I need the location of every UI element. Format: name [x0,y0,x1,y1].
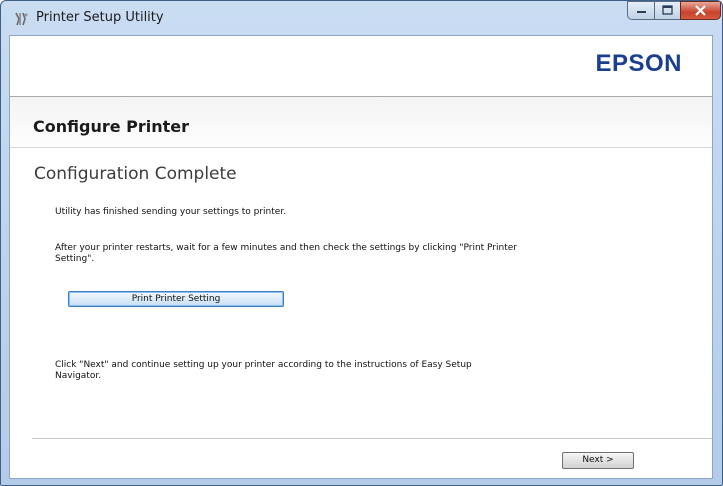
section-title: Configuration Complete [34,164,237,184]
next-button[interactable]: Next > [562,452,634,469]
window-title: Printer Setup Utility [36,10,164,25]
title-bar[interactable]: Printer Setup Utility [1,1,722,35]
maximize-icon [655,4,680,23]
minimize-button[interactable] [627,1,655,20]
app-window: Printer Setup Utility EPSON Configure Pr… [0,0,723,486]
status-text: Utility has finished sending your settin… [55,207,287,217]
next-step-text: Click "Next" and continue setting up you… [55,360,472,381]
footer-divider [32,438,712,439]
heading-divider [10,147,712,148]
close-icon [681,4,720,23]
epson-logo: EPSON [595,50,682,77]
minimize-icon [628,4,654,23]
page-title: Configure Printer [33,117,190,136]
client-area: EPSON Configure Printer Configuration Co… [9,35,713,479]
maximize-button[interactable] [654,1,681,20]
content-panel: Configure Printer Configuration Complete… [10,97,712,478]
printer-tools-icon [13,11,29,27]
header-banner: EPSON [10,36,712,97]
instruction-text: After your printer restarts, wait for a … [55,243,517,264]
print-printer-setting-button[interactable]: Print Printer Setting [68,291,284,307]
close-button[interactable] [680,1,721,20]
